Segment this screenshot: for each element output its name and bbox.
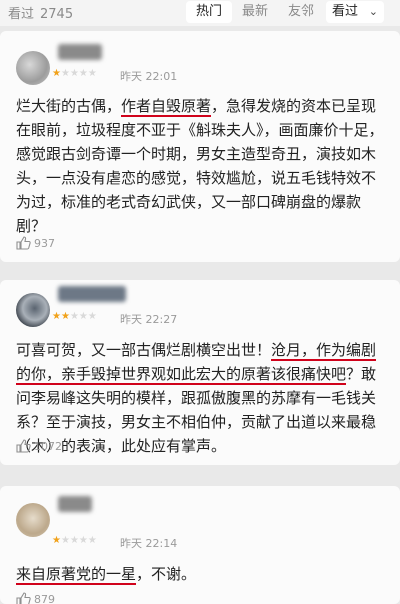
review-text-highlight: 来自原著党的一星 — [16, 565, 137, 585]
star-icon: ★ — [78, 68, 88, 79]
sort-tabs: 热门 最新 友邻 — [186, 1, 324, 23]
review-text-part: 可喜可贺，又一部古偶烂剧横空出世！ — [16, 341, 272, 359]
review-card: ★★★★★ 昨天 22:01 烂大街的古偶，作者自毁原著，急得发烧的资本已呈现在… — [0, 31, 400, 262]
star-icon: ★ — [52, 311, 61, 322]
star-rating: ★★★★★ — [52, 535, 97, 546]
review-time: 昨天 22:27 — [120, 313, 178, 326]
star-rating: ★★★★★ — [52, 311, 97, 322]
chevron-down-icon: ⌄ — [368, 5, 378, 18]
star-icon: ★ — [52, 68, 61, 79]
review-text: 来自原著党的一星，不谢。 — [16, 562, 386, 586]
review-text-part: ，不谢。 — [136, 565, 197, 583]
like-button[interactable]: 879 — [16, 592, 55, 604]
review-card: ★★★★★ 昨天 22:14 来自原著党的一星，不谢。 879 — [0, 486, 400, 604]
tab-hot[interactable]: 热门 — [186, 1, 233, 23]
like-button[interactable]: 937 — [16, 236, 55, 250]
thumbs-up-icon — [16, 592, 31, 604]
avatar[interactable] — [16, 51, 50, 85]
review-text-part: 烂大街的古偶， — [16, 97, 122, 115]
seen-count-label: 看过 2745 — [8, 3, 73, 22]
review-text-highlight: 作者自毁原著 — [121, 97, 212, 117]
star-icon: ★ — [69, 68, 79, 79]
tab-latest[interactable]: 最新 — [232, 1, 278, 23]
star-icon: ★ — [60, 68, 70, 79]
username-blurred[interactable] — [58, 286, 126, 302]
review-time: 昨天 22:14 — [120, 537, 178, 550]
tab-friends[interactable]: 友邻 — [278, 1, 324, 23]
like-count: 1072 — [34, 440, 62, 453]
avatar[interactable] — [16, 293, 50, 327]
username-blurred[interactable] — [58, 44, 102, 60]
star-icon: ★ — [87, 68, 97, 79]
thumbs-up-icon — [16, 236, 31, 250]
star-icon: ★ — [87, 535, 97, 546]
watched-filter-label: 看过 — [332, 4, 359, 19]
like-count: 879 — [34, 593, 55, 604]
thumbs-up-icon — [16, 439, 31, 453]
star-icon: ★ — [69, 311, 79, 322]
filter-bar: 看过 2745 热门 最新 友邻 看过 ⌄ — [0, 0, 400, 26]
like-count: 937 — [34, 237, 55, 250]
star-icon: ★ — [60, 311, 70, 322]
star-icon: ★ — [78, 311, 88, 322]
seen-count: 2745 — [40, 7, 74, 22]
star-icon: ★ — [60, 535, 70, 546]
star-icon: ★ — [87, 311, 97, 322]
username-blurred[interactable] — [58, 496, 92, 512]
star-rating: ★★★★★ — [52, 68, 97, 79]
review-text: 可喜可贺，又一部古偶烂剧横空出世！沧月，作为编剧的你，亲手毁掉世界观如此宏大的原… — [16, 338, 386, 458]
like-button[interactable]: 1072 — [16, 439, 62, 453]
seen-label: 看过 — [8, 7, 35, 22]
review-text-part: ，急得发烧的资本已呈现在眼前，垃圾程度不亚于《斛珠夫人》，画面廉价十足，感觉跟古… — [16, 97, 384, 235]
star-icon: ★ — [69, 535, 79, 546]
star-icon: ★ — [78, 535, 88, 546]
avatar[interactable] — [16, 503, 50, 537]
review-text: 烂大街的古偶，作者自毁原著，急得发烧的资本已呈现在眼前，垃圾程度不亚于《斛珠夫人… — [16, 94, 386, 238]
star-icon: ★ — [52, 535, 61, 546]
review-card: ★★★★★ 昨天 22:27 可喜可贺，又一部古偶烂剧横空出世！沧月，作为编剧的… — [0, 280, 400, 465]
watched-filter-dropdown[interactable]: 看过 ⌄ — [326, 1, 384, 23]
review-time: 昨天 22:01 — [120, 70, 178, 83]
